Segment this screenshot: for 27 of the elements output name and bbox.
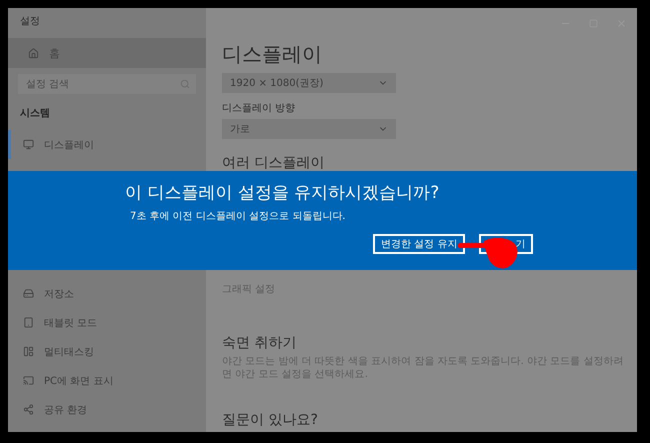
multitask-icon (23, 346, 34, 357)
home-icon (28, 48, 39, 58)
sidebar-item[interactable]: PC에 화면 표시 (8, 366, 206, 395)
window-title: 설정 (19, 15, 41, 29)
orientation-dropdown[interactable]: 가로 (222, 119, 396, 139)
page-title: 디스플레이 (222, 41, 323, 68)
share-icon (23, 404, 34, 415)
dialog-message: 7초 후에 이전 디스플레이 설정으로 되돌립니다. (130, 210, 346, 223)
section-heading: 질문이 있나요? (222, 411, 319, 429)
keep-changes-button[interactable]: 변경한 설정 유지 (373, 234, 466, 254)
monitor-icon (23, 139, 34, 150)
screen-cast-icon (23, 375, 34, 386)
section-heading: 숙면 취하기 (222, 334, 298, 352)
sidebar-item[interactable]: 저장소 (8, 279, 206, 308)
section-heading: 여러 디스플레이 (222, 154, 326, 172)
sidebar-item[interactable]: 멀티태스킹 (8, 337, 206, 366)
field-label: 디스플레이 방향 (222, 102, 296, 115)
dialog-title: 이 디스플레이 설정을 유지하시겠습니까? (125, 182, 440, 204)
drive-icon (23, 288, 34, 299)
tablet-icon (23, 317, 34, 328)
search-icon (180, 79, 190, 89)
resolution-dropdown[interactable]: 1920 × 1080(권장) (222, 73, 396, 93)
search-input[interactable]: 설정 검색 (26, 78, 166, 90)
sidebar-item[interactable]: 공유 환경 (8, 395, 206, 424)
section-title: 시스템 (19, 107, 51, 121)
search-field[interactable]: 설정 검색 (18, 74, 196, 94)
sidebar-item[interactable]: 태블릿 모드 (8, 308, 206, 337)
